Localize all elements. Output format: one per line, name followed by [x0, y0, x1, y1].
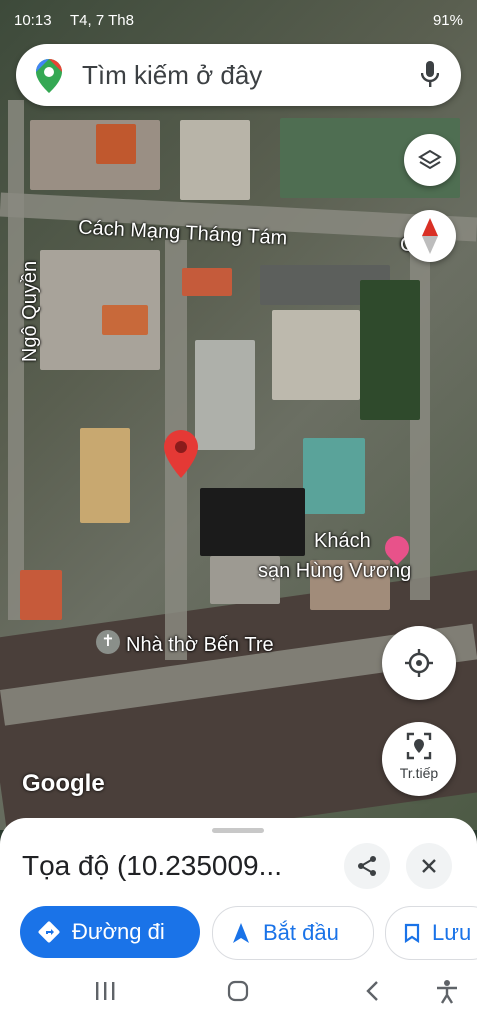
redacted-area [200, 488, 305, 556]
save-button[interactable]: Lưu [385, 906, 477, 960]
microphone-icon[interactable] [421, 61, 439, 89]
home-icon [227, 980, 249, 1002]
home-button[interactable] [227, 980, 249, 1009]
live-view-button[interactable]: Tr.tiếp [382, 722, 456, 796]
status-bar: 10:13 T4, 7 Th8 91% [0, 0, 477, 42]
search-placeholder: Tìm kiếm ở đây [82, 60, 263, 90]
save-label: Lưu [432, 920, 472, 945]
church-icon[interactable]: ✝ [96, 630, 120, 654]
my-location-button[interactable] [382, 626, 456, 700]
sheet-drag-handle[interactable] [212, 828, 264, 833]
directions-icon [38, 921, 60, 943]
status-time: 10:13 [14, 12, 52, 29]
recent-apps-icon [96, 982, 115, 1000]
building-block [195, 340, 255, 450]
building-red [182, 268, 232, 296]
start-label: Bắt đầu [263, 920, 339, 945]
live-view-icon [406, 732, 432, 760]
search-bar[interactable]: Tìm kiếm ở đây [16, 44, 461, 106]
trees [360, 280, 420, 420]
directions-label: Đường đi [72, 919, 165, 944]
street-label-ngo-quyen: Ngô Quyền [19, 260, 42, 363]
accessibility-icon [437, 980, 457, 1004]
maps-logo-icon [36, 59, 62, 93]
building-orange [96, 124, 136, 164]
compass-button[interactable] [404, 210, 456, 262]
coordinates-title: Tọa độ (10.235009... [22, 850, 282, 881]
back-icon [366, 981, 378, 1001]
directions-button[interactable]: Đường đi [20, 906, 200, 958]
share-button[interactable] [344, 843, 390, 889]
status-date: T4, 7 Th8 [70, 12, 134, 29]
building-block [30, 120, 160, 190]
share-icon [358, 856, 376, 876]
live-view-label: Tr.tiếp [399, 765, 439, 781]
close-button[interactable] [406, 843, 452, 889]
back-button[interactable] [364, 980, 380, 1009]
hotel-label-line2[interactable]: sạn Hùng Vương [258, 560, 411, 583]
navigation-arrow-icon [233, 923, 249, 943]
layers-icon [418, 149, 442, 170]
building-orange [20, 570, 62, 620]
battery-level: 91% [432, 12, 463, 29]
crosshair-icon [405, 649, 433, 677]
place-sheet[interactable]: Tọa độ (10.235009... Đường đi Bắt đầu Lư… [0, 818, 477, 1024]
building-block [180, 120, 250, 200]
compass-icon [422, 218, 438, 254]
layers-button[interactable] [404, 134, 456, 186]
map-view[interactable]: Cách Mạng Tháng Tám C M Ngô Quyền Khách … [0, 0, 477, 830]
hotel-label-line1[interactable]: Khách [314, 530, 371, 553]
building-orange [102, 305, 148, 335]
accessibility-button[interactable] [436, 980, 458, 1011]
close-icon [422, 859, 436, 873]
bookmark-icon [404, 923, 420, 943]
location-pin-icon[interactable] [164, 430, 198, 478]
google-attribution: Google [22, 770, 105, 797]
church-label[interactable]: Nhà thờ Bến Tre [126, 634, 274, 657]
building-tan [80, 428, 130, 523]
recent-apps-button[interactable] [94, 980, 116, 1008]
large-building [272, 310, 360, 400]
start-button[interactable]: Bắt đầu [212, 906, 374, 960]
building-teal [303, 438, 365, 514]
